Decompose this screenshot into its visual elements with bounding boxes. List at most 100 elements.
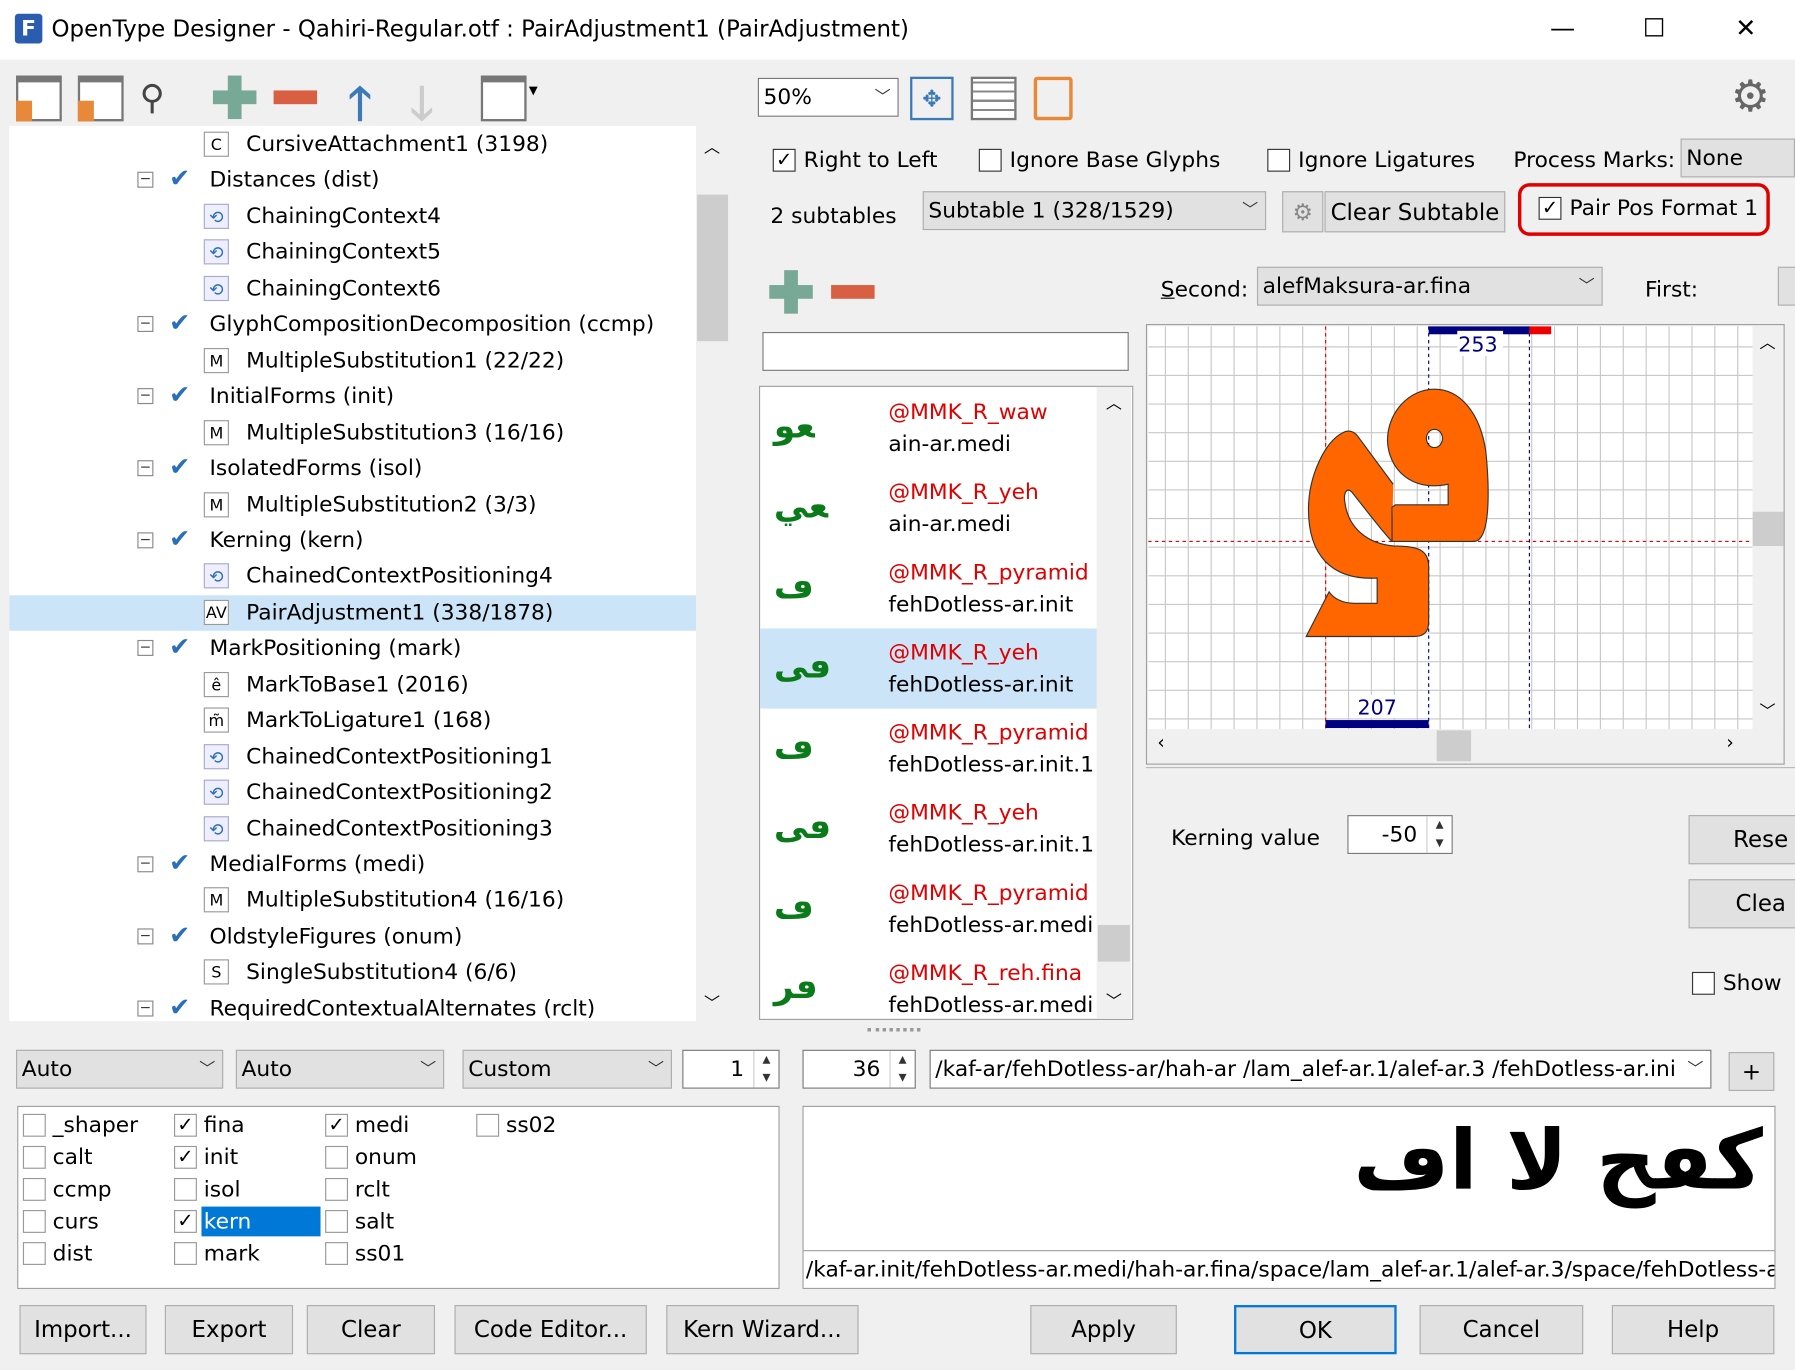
pair-search-input[interactable] <box>762 331 1129 371</box>
add-pair-icon[interactable] <box>769 270 813 314</box>
feature-set-select[interactable]: Custom ﹀ <box>462 1049 672 1089</box>
collapse-toggle[interactable]: − <box>137 640 154 657</box>
tree-item[interactable]: ⟲ ChainedContextPositioning1 <box>9 739 696 774</box>
collapse-toggle[interactable]: − <box>137 388 154 405</box>
pair-list-scrollbar[interactable]: ︿ ﹀ <box>1096 386 1132 1019</box>
feature-list[interactable]: _shaper calt ccmp curs dist ✓ fina ✓ init isol ✓ ke… <box>17 1105 780 1290</box>
feature-checkbox[interactable] <box>325 1145 349 1169</box>
feature-toggle-_shaper[interactable]: _shaper <box>22 1110 170 1140</box>
edit-glyph-icon[interactable] <box>1033 76 1073 121</box>
clear-kerning-button[interactable]: Clea <box>1688 879 1795 929</box>
import-button[interactable]: Import... <box>19 1305 147 1355</box>
collapse-toggle[interactable]: − <box>137 928 154 945</box>
tree-item[interactable]: − ✔ GlyphCompositionDecomposition (ccmp) <box>9 307 696 342</box>
minimize-button[interactable]: — <box>1540 11 1586 48</box>
pair-list-item[interactable]: ڡ @MMK_R_pyramid fehDotless-ar.init <box>760 548 1098 628</box>
feature-toggle-fina[interactable]: ✓ fina <box>174 1110 321 1140</box>
tree-item[interactable]: AV PairAdjustment1 (338/1878) <box>9 595 697 631</box>
tree-item[interactable]: m̃ MarkToLigature1 (168) <box>9 703 696 738</box>
tree-item[interactable]: − ✔ MarkPositioning (mark) <box>9 631 696 666</box>
add-text-button[interactable]: + <box>1728 1052 1775 1091</box>
feature-toggle-dist[interactable]: dist <box>22 1239 170 1269</box>
feature-checkbox[interactable] <box>476 1113 500 1137</box>
font-size-spinner[interactable]: 36 ▲ ▼ <box>802 1049 916 1089</box>
show-checkbox[interactable] <box>1691 971 1715 995</box>
tree-item[interactable]: M MultipleSubstitution3 (16/16) <box>9 415 696 450</box>
pair-list-item[interactable]: ڡى @MMK_R_yeh fehDotless-ar.init.1 <box>760 789 1098 869</box>
tree-item[interactable]: M MultipleSubstitution1 (22/22) <box>9 343 696 378</box>
pair-list-item[interactable]: ﻌﻲ @MMK_R_yeh ain-ar.medi <box>760 468 1098 548</box>
feature-checkbox[interactable] <box>325 1177 349 1201</box>
pair-list-item[interactable]: ڡى @MMK_R_yeh fehDotless-ar.init <box>760 628 1098 709</box>
clear-button[interactable]: Clear <box>306 1305 436 1355</box>
maximize-button[interactable]: ☐ <box>1631 11 1677 48</box>
feature-toggle-mark[interactable]: mark <box>174 1239 321 1269</box>
feature-checkbox[interactable]: ✓ <box>325 1113 349 1137</box>
pair-list-item[interactable]: ﻌﻮ @MMK_R_waw ain-ar.medi <box>760 388 1098 468</box>
ok-button[interactable]: OK <box>1234 1305 1397 1355</box>
tree-item[interactable]: M MultipleSubstitution2 (3/3) <box>9 487 696 522</box>
collapse-toggle[interactable]: − <box>137 856 154 873</box>
splitter-handle[interactable] <box>867 1028 921 1032</box>
feature-checkbox[interactable] <box>325 1242 349 1265</box>
tree-item[interactable]: C CursiveAttachment1 (3198) <box>9 127 696 162</box>
tree-item[interactable]: M MultipleSubstitution4 (16/16) <box>9 883 696 918</box>
tree-item[interactable]: − ✔ MedialForms (medi) <box>9 847 696 882</box>
feature-toggle-onum[interactable]: onum <box>325 1142 472 1172</box>
feature-checkbox[interactable] <box>22 1113 46 1137</box>
feature-toggle-rclt[interactable]: rclt <box>325 1175 472 1205</box>
feature-toggle-ss01[interactable]: ss01 <box>325 1239 472 1269</box>
feature-toggle-isol[interactable]: isol <box>174 1175 321 1205</box>
pair-list-item[interactable]: ڡ @MMK_R_pyramid fehDotless-ar.medi <box>760 869 1098 949</box>
feature-toggle-curs[interactable]: curs <box>22 1207 170 1237</box>
remove-icon[interactable] <box>273 90 318 105</box>
tree-item[interactable]: S SingleSubstitution4 (6/6) <box>9 955 696 990</box>
kerning-canvas[interactable]: 253 207 <box>1148 326 1753 730</box>
feature-checkbox[interactable] <box>22 1145 46 1169</box>
clear-subtable-button[interactable]: Clear Subtable <box>1324 191 1506 233</box>
tree-scrollbar[interactable]: ︿ ﹀ <box>696 125 730 1022</box>
tree-item[interactable]: ⟲ ChainedContextPositioning2 <box>9 775 696 810</box>
tree-item[interactable]: ⟲ ChainedContextPositioning3 <box>9 811 696 846</box>
feature-checkbox[interactable] <box>22 1177 46 1201</box>
feature-toggle-salt[interactable]: salt <box>325 1207 472 1237</box>
pair-list-scroll-thumb[interactable] <box>1097 924 1130 962</box>
feature-toggle-init[interactable]: ✓ init <box>174 1142 321 1172</box>
first-glyph-select[interactable] <box>1777 266 1795 306</box>
ignore-ligatures-checkbox[interactable] <box>1267 148 1291 172</box>
language-select[interactable]: Auto ﹀ <box>235 1049 445 1089</box>
kerning-value-spinner[interactable]: -50 ▲ ▼ <box>1347 815 1453 854</box>
feature-checkbox[interactable]: ✓ <box>174 1113 197 1137</box>
add-icon[interactable] <box>212 75 257 120</box>
code-editor-button[interactable]: Code Editor... <box>454 1305 647 1355</box>
canvas-hscrollbar[interactable]: ‹ › <box>1148 729 1753 762</box>
script-select[interactable]: Auto ﹀ <box>16 1049 224 1089</box>
settings-gear-icon[interactable]: ⚙ <box>1731 71 1770 121</box>
tree-item[interactable]: − ✔ IsolatedForms (isol) <box>9 451 696 486</box>
second-glyph-select[interactable]: alefMaksura-ar.fina ﹀ <box>1256 266 1603 306</box>
pair-list-item[interactable]: ڡر @MMK_R_reh.fina fehDotless-ar.medi <box>760 949 1098 1019</box>
tree-scroll-thumb[interactable] <box>697 194 729 342</box>
feature-checkbox[interactable]: ✓ <box>174 1210 197 1233</box>
canvas-hscroll-thumb[interactable] <box>1436 730 1472 762</box>
apply-button[interactable]: Apply <box>1030 1305 1177 1355</box>
feature-checkbox[interactable] <box>174 1177 197 1201</box>
feature-checkbox[interactable] <box>325 1210 349 1233</box>
collapse-toggle[interactable]: − <box>137 172 154 189</box>
collapse-toggle[interactable]: − <box>137 316 154 333</box>
kern-wizard-button[interactable]: Kern Wizard... <box>666 1305 859 1355</box>
process-marks-select[interactable]: None <box>1680 138 1795 178</box>
tree-item[interactable]: ⟲ ChainingContext4 <box>9 199 696 234</box>
tree-item[interactable]: − ✔ Kerning (kern) <box>9 523 696 558</box>
alternate-spinner[interactable]: 1 ▲ ▼ <box>682 1049 780 1089</box>
feature-checkbox[interactable]: ✓ <box>174 1145 197 1169</box>
binoculars-icon[interactable]: ⚲ <box>140 78 165 118</box>
collapse-toggle[interactable]: − <box>137 1000 154 1017</box>
collapse-toggle[interactable]: − <box>137 460 154 477</box>
canvas-vscrollbar[interactable]: ︿ ﹀ <box>1752 326 1784 730</box>
preview-lookup-icon[interactable] <box>77 75 124 122</box>
feature-checkbox[interactable] <box>174 1242 197 1265</box>
feature-checkbox[interactable] <box>22 1242 46 1265</box>
feature-toggle-medi[interactable]: ✓ medi <box>325 1110 472 1140</box>
feature-toggle-kern[interactable]: ✓ kern <box>174 1206 321 1237</box>
